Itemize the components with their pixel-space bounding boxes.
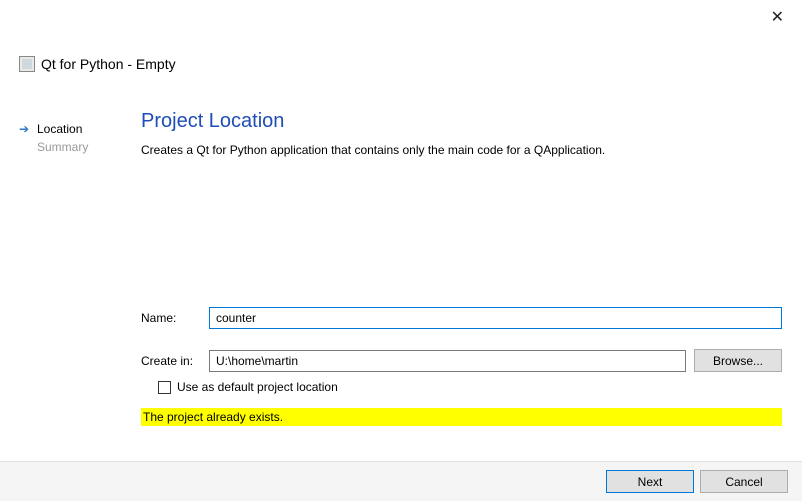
sidebar-item-label: Summary (37, 140, 88, 154)
browse-button[interactable]: Browse... (694, 349, 782, 372)
page-heading: Project Location (141, 110, 782, 133)
project-icon (19, 56, 35, 72)
wizard-footer: Next Cancel (0, 461, 802, 501)
warning-banner: The project already exists. (141, 408, 782, 426)
default-location-row: Use as default project location (158, 380, 782, 394)
wizard-header: Qt for Python - Empty (19, 56, 176, 72)
main-content: Project Location Creates a Qt for Python… (141, 110, 782, 426)
name-row: Name: (141, 307, 782, 329)
sidebar-item-location[interactable]: ➔ Location (19, 122, 119, 136)
default-location-checkbox[interactable] (158, 381, 171, 394)
name-input[interactable] (209, 307, 782, 329)
name-label: Name: (141, 311, 209, 325)
wizard-title: Qt for Python - Empty (41, 56, 176, 72)
close-icon[interactable]: ✕ (771, 10, 784, 26)
createin-label: Create in: (141, 354, 209, 368)
next-button[interactable]: Next (606, 470, 694, 493)
createin-row: Create in: Browse... (141, 349, 782, 372)
createin-input[interactable] (209, 350, 686, 372)
page-description: Creates a Qt for Python application that… (141, 143, 782, 157)
default-location-label: Use as default project location (177, 380, 338, 394)
wizard-steps-sidebar: ➔ Location Summary (19, 122, 119, 158)
arrow-right-icon: ➔ (19, 122, 33, 136)
cancel-button[interactable]: Cancel (700, 470, 788, 493)
sidebar-item-summary[interactable]: Summary (19, 140, 119, 154)
sidebar-item-label: Location (37, 122, 82, 136)
